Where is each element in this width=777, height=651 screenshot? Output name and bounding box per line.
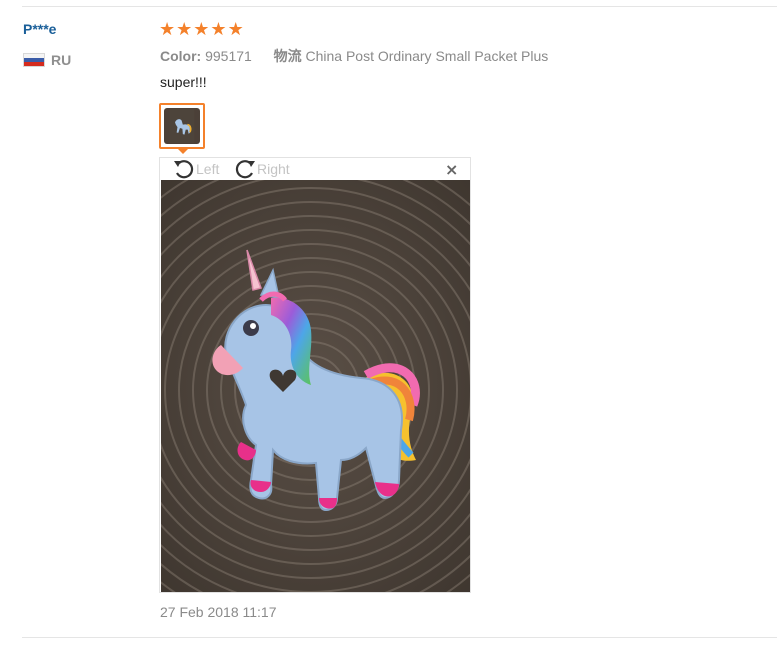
star-icon: ★ [159, 19, 176, 40]
rotate-left-icon [174, 160, 194, 179]
thumbnail-image [164, 108, 200, 144]
rotate-left-button[interactable]: Left [172, 158, 219, 180]
country-code: RU [51, 52, 72, 68]
review-timestamp: 27 Feb 2018 11:17 [160, 604, 277, 620]
color-value: 995171 [205, 48, 252, 64]
rotate-right-label: Right [257, 161, 290, 177]
thumbnail-pointer [177, 148, 189, 154]
russia-flag-icon [23, 53, 45, 67]
shipping-value: China Post Ordinary Small Packet Plus [305, 48, 549, 64]
reviewer-country: RU [23, 52, 71, 68]
bottom-divider [22, 637, 777, 638]
color-label: Color: [160, 48, 202, 64]
photo-viewer: Left Right × [159, 157, 471, 593]
shipping-label: 物流 [273, 48, 302, 64]
review-photo [161, 180, 470, 592]
rotate-left-label: Left [196, 161, 220, 177]
rotate-right-button[interactable]: Right [233, 158, 290, 180]
star-icon: ★ [193, 19, 210, 40]
star-icon: ★ [210, 19, 227, 40]
order-meta: Color: 995171 物流 China Post Ordinary Sma… [160, 46, 548, 66]
close-icon[interactable]: × [445, 162, 458, 178]
star-icon: ★ [176, 19, 193, 40]
reviewer-name[interactable]: P***e [23, 21, 56, 37]
star-icon: ★ [227, 19, 244, 40]
viewer-toolbar: Left Right × [160, 158, 470, 180]
rotate-right-icon [235, 160, 255, 179]
review-photo-thumbnail[interactable] [159, 103, 205, 149]
review-text: super!!! [160, 74, 207, 90]
star-rating: ★ ★ ★ ★ ★ [159, 21, 244, 39]
top-divider [22, 6, 777, 7]
